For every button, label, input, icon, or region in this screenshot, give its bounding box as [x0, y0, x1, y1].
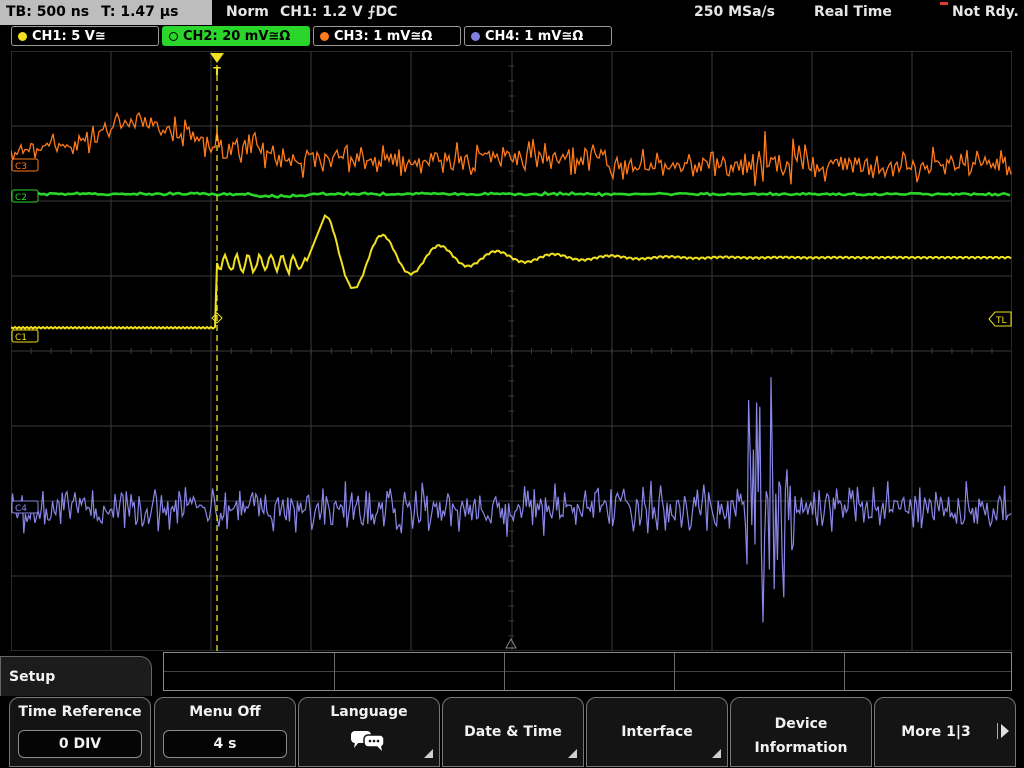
not-ready-indicator-icon [940, 2, 948, 5]
acquisition-status: Not Rdy. [952, 4, 1019, 20]
info-strip-sep [504, 653, 505, 690]
speech-bubbles-icon [351, 731, 385, 751]
device-information-softkey[interactable]: Device Information [730, 697, 872, 767]
info-strip-sep [674, 653, 675, 690]
chevron-right-icon [1001, 724, 1009, 738]
timebase-box[interactable]: TB: 500 ns T: 1.47 µs [0, 0, 212, 25]
menu-off-value: 4 s [163, 730, 287, 758]
ch4-dot-icon [471, 32, 480, 41]
ch3-label: CH3: 1 mV≅Ω [334, 29, 433, 44]
interface-softkey[interactable]: Interface [586, 697, 728, 767]
time-reference-value: 0 DIV [18, 730, 142, 758]
time-reference-label: Time Reference [18, 704, 142, 720]
status-bar: TB: 500 ns T: 1.47 µs Norm CH1: 1.2 V ⨍DC… [0, 0, 1024, 25]
marker-c4[interactable]: C4 [11, 500, 39, 514]
ch2-dot-icon [169, 32, 178, 41]
info-strip-divider [164, 671, 1011, 672]
timebase-readout: TB: 500 ns [6, 4, 90, 20]
tab-ch1[interactable]: CH1: 5 V≅ [11, 26, 159, 46]
language-softkey[interactable]: Language [298, 697, 440, 767]
info-strip-sep [334, 653, 335, 690]
trigger-mode[interactable]: Norm [226, 0, 269, 25]
marker-c3-label: C3 [15, 162, 27, 172]
ch4-label: CH4: 1 mV≅Ω [485, 29, 584, 44]
marker-c2-label: C2 [15, 193, 27, 203]
tab-ch3[interactable]: CH3: 1 mV≅Ω [313, 26, 461, 46]
menu-title-tab: Setup [0, 656, 152, 696]
ch1-label: CH1: 5 V≅ [32, 29, 106, 44]
marker-c2[interactable]: C2 [11, 189, 39, 203]
marker-c1[interactable]: C1 [11, 329, 39, 343]
trigger-level-label: TL [995, 316, 1007, 326]
submenu-corner-icon [712, 749, 721, 758]
submenu-corner-icon [568, 749, 577, 758]
info-strip [163, 652, 1012, 691]
menu-off-label: Menu Off [189, 704, 261, 720]
date-time-softkey[interactable]: Date & Time [442, 697, 584, 767]
more-label: More 1|3 [901, 724, 971, 740]
language-label: Language [330, 704, 408, 720]
sample-rate: 250 MSa/s [694, 4, 776, 20]
channel-tabs: CH1: 5 V≅ CH2: 20 mV≅Ω CH3: 1 mV≅Ω CH4: … [0, 26, 1024, 48]
time-reference-softkey[interactable]: Time Reference 0 DIV [9, 697, 151, 767]
device-information-label: Device Information [754, 716, 848, 756]
waveform-display[interactable]: T C3 C2 C1 C4 TL [11, 51, 1012, 651]
tab-ch2[interactable]: CH2: 20 mV≅Ω [162, 26, 310, 46]
interface-label: Interface [621, 724, 693, 740]
ch2-label: CH2: 20 mV≅Ω [183, 29, 291, 44]
info-strip-sep [844, 653, 845, 690]
acquisition-mode[interactable]: Real Time [814, 0, 892, 25]
trigger-time-readout: T: 1.47 µs [101, 4, 179, 20]
more-arrow-divider [997, 723, 998, 739]
marker-c4-label: C4 [15, 504, 27, 514]
ch1-dot-icon [18, 32, 27, 41]
submenu-corner-icon [424, 749, 433, 758]
marker-c3[interactable]: C3 [11, 158, 39, 172]
trigger-marker-label: T [213, 65, 221, 78]
trigger-setting[interactable]: CH1: 1.2 V ⨍DC [280, 0, 397, 25]
menu-off-softkey[interactable]: Menu Off 4 s [154, 697, 296, 767]
ch3-dot-icon [320, 32, 329, 41]
marker-c1-label: C1 [15, 333, 27, 343]
menu-title: Setup [9, 669, 56, 685]
date-time-label: Date & Time [464, 724, 562, 740]
tab-ch4[interactable]: CH4: 1 mV≅Ω [464, 26, 612, 46]
more-softkey[interactable]: More 1|3 [874, 697, 1016, 767]
